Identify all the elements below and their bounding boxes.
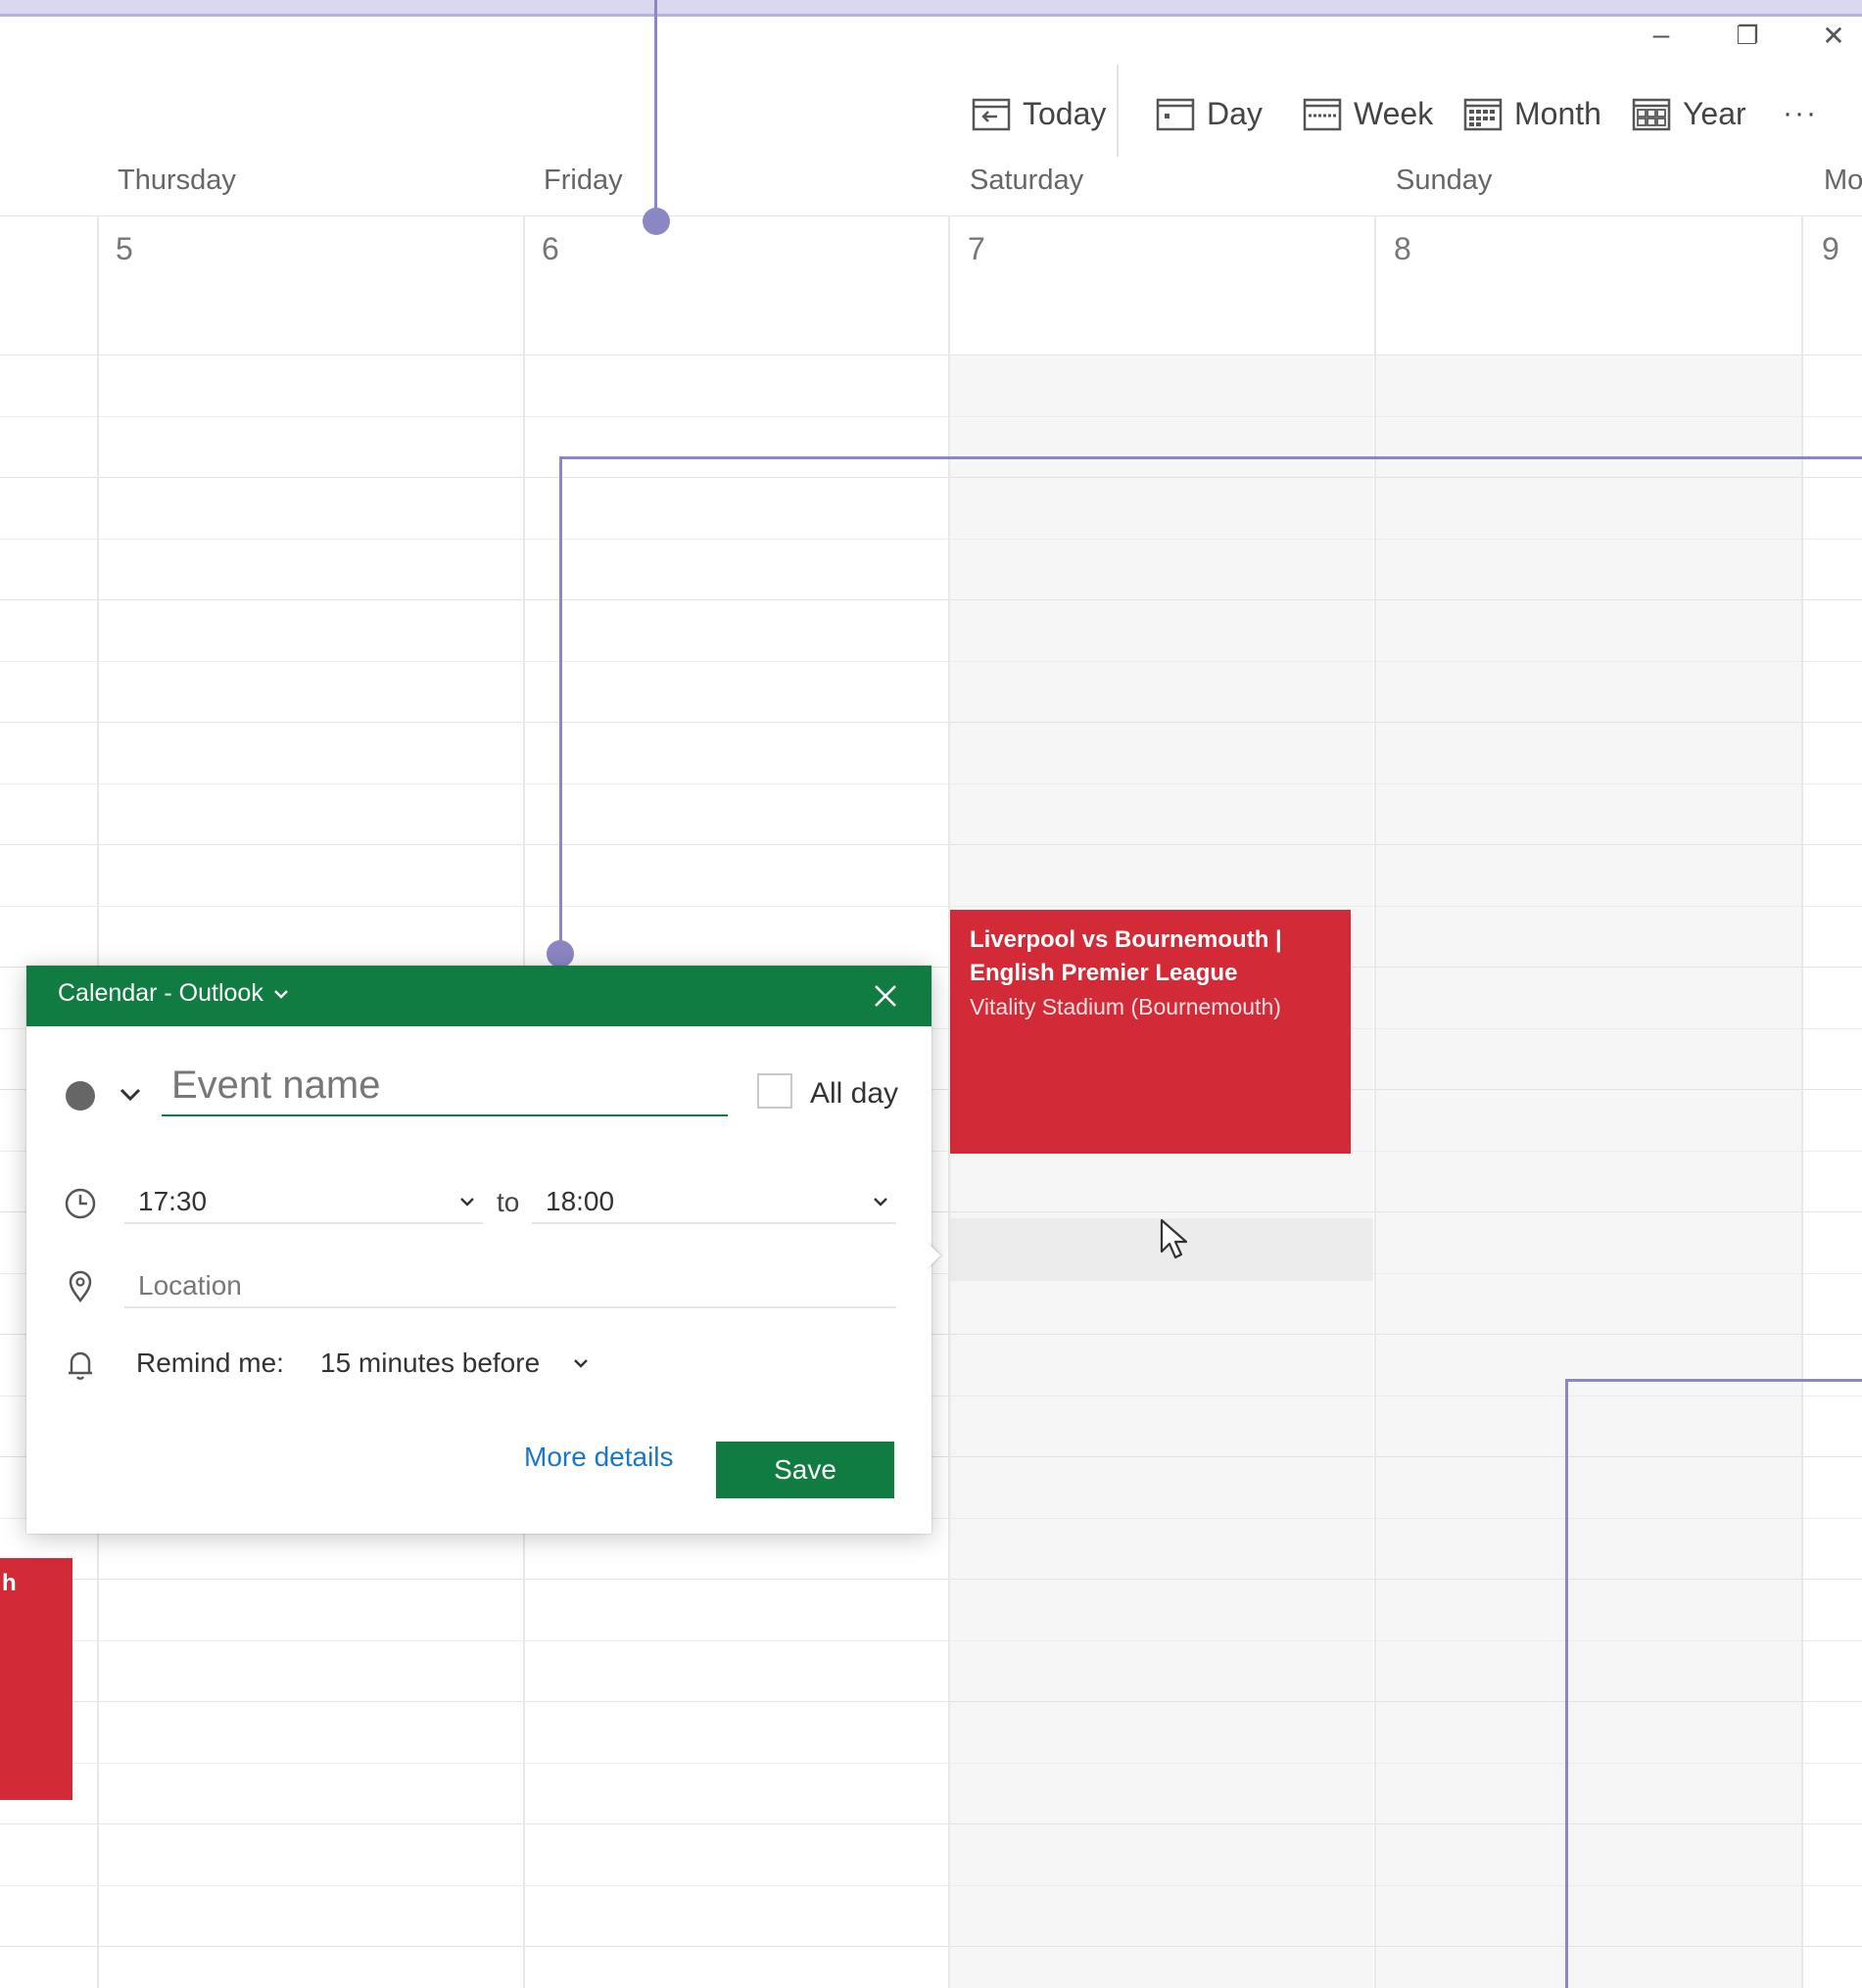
end-time-picker[interactable]: 18:00 bbox=[532, 1181, 896, 1224]
event-name-input[interactable] bbox=[162, 1056, 728, 1116]
all-day-checkbox[interactable] bbox=[757, 1073, 792, 1109]
time-grid-line bbox=[0, 1885, 1862, 1886]
chevron-down-icon bbox=[460, 1198, 474, 1207]
time-grid-line bbox=[0, 1946, 1862, 1947]
day-number[interactable]: 9 bbox=[1822, 231, 1839, 267]
day-number[interactable]: 5 bbox=[116, 231, 133, 267]
calendar-selector[interactable]: Calendar - Outlook bbox=[58, 979, 289, 1008]
time-grid-line bbox=[0, 539, 1862, 540]
more-options-button[interactable]: ··· bbox=[1783, 86, 1818, 141]
day-header-thursday: Thursday bbox=[118, 165, 236, 196]
close-icon: ✕ bbox=[1822, 20, 1845, 51]
time-grid-line bbox=[0, 1640, 1862, 1641]
annotation-marker bbox=[643, 208, 670, 235]
restore-icon: ❐ bbox=[1736, 20, 1759, 50]
day-number[interactable]: 7 bbox=[968, 231, 985, 267]
time-grid-line bbox=[0, 783, 1862, 784]
annotation-line bbox=[654, 0, 657, 221]
time-range-separator: to bbox=[497, 1187, 520, 1217]
day-number[interactable]: 8 bbox=[1394, 231, 1411, 267]
today-icon bbox=[972, 98, 1011, 131]
event-title: English Premier League bbox=[970, 960, 1238, 986]
time-grid-line bbox=[0, 1701, 1862, 1702]
header-divider bbox=[0, 215, 1862, 216]
day-view-button[interactable]: Day bbox=[1156, 86, 1263, 141]
time-grid-line bbox=[0, 906, 1862, 907]
title-bar-strip bbox=[0, 0, 1862, 17]
close-icon bbox=[875, 985, 896, 1007]
toolbar-divider bbox=[1117, 65, 1119, 157]
time-grid-line bbox=[0, 1823, 1862, 1824]
start-time-value: 17:30 bbox=[138, 1186, 208, 1216]
column-divider bbox=[1374, 215, 1376, 1988]
day-view-icon bbox=[1156, 98, 1195, 131]
all-day-label: All day bbox=[810, 1077, 899, 1110]
day-view-label: Day bbox=[1207, 95, 1263, 131]
chevron-down-icon bbox=[273, 989, 288, 999]
year-view-label: Year bbox=[1683, 95, 1746, 131]
time-grid-line bbox=[0, 416, 1862, 417]
time-grid-line bbox=[0, 844, 1862, 845]
event-title: h bbox=[2, 1570, 17, 1596]
time-grid-line bbox=[0, 1763, 1862, 1764]
minimize-button[interactable]: – bbox=[1622, 14, 1700, 57]
month-view-icon bbox=[1463, 98, 1503, 131]
calendar-selector-label: Calendar - Outlook bbox=[58, 979, 263, 1007]
bell-icon bbox=[69, 1351, 92, 1380]
location-input[interactable]: Location bbox=[124, 1265, 896, 1308]
day-header-monday: Mo bbox=[1824, 165, 1862, 196]
event-title: Liverpool vs Bournemouth | bbox=[970, 926, 1282, 953]
annotation-line bbox=[1565, 1379, 1568, 1988]
chevron-down-icon bbox=[574, 1359, 588, 1368]
new-event-popup: Calendar - Outlook All day 17:30 to 18:0… bbox=[26, 966, 931, 1534]
day-header-saturday: Saturday bbox=[970, 165, 1084, 196]
time-grid-line bbox=[0, 477, 1862, 478]
annotation-line bbox=[1565, 1379, 1862, 1382]
event-color-swatch[interactable] bbox=[66, 1081, 95, 1111]
event-card-partial[interactable]: h bbox=[0, 1558, 72, 1800]
annotation-marker bbox=[547, 940, 574, 968]
event-location: Vitality Stadium (Bournemouth) bbox=[970, 994, 1281, 1019]
popup-close-button[interactable] bbox=[863, 973, 908, 1018]
save-button[interactable]: Save bbox=[716, 1442, 894, 1498]
annotation-line bbox=[559, 456, 562, 950]
reminder-label: Remind me: bbox=[136, 1348, 284, 1378]
reminder-dropdown[interactable]: 15 minutes before bbox=[320, 1348, 589, 1379]
mouse-cursor-icon bbox=[1160, 1218, 1188, 1259]
time-grid-line bbox=[0, 599, 1862, 600]
time-grid-line bbox=[0, 722, 1862, 723]
week-view-icon bbox=[1303, 98, 1342, 131]
popup-pointer bbox=[927, 1242, 940, 1269]
reminder-value: 15 minutes before bbox=[320, 1348, 541, 1378]
restore-button[interactable]: ❐ bbox=[1708, 14, 1787, 57]
close-window-button[interactable]: ✕ bbox=[1794, 14, 1862, 57]
more-details-link[interactable]: More details bbox=[524, 1442, 674, 1473]
today-label: Today bbox=[1023, 95, 1107, 131]
clock-icon bbox=[65, 1188, 96, 1219]
year-view-icon bbox=[1632, 98, 1671, 131]
event-card[interactable]: Liverpool vs Bournemouth | English Premi… bbox=[950, 910, 1351, 1154]
popup-header: Calendar - Outlook bbox=[26, 966, 931, 1026]
time-grid-line bbox=[0, 1579, 1862, 1580]
day-header-sunday: Sunday bbox=[1396, 165, 1493, 196]
end-time-value: 18:00 bbox=[546, 1186, 615, 1216]
more-options-icon: ··· bbox=[1783, 97, 1818, 129]
week-view-label: Week bbox=[1354, 95, 1434, 131]
week-view-button[interactable]: Week bbox=[1303, 86, 1433, 141]
column-divider bbox=[1801, 215, 1803, 1988]
start-time-picker[interactable]: 17:30 bbox=[124, 1181, 483, 1224]
today-button[interactable]: Today bbox=[972, 86, 1106, 141]
day-number[interactable]: 6 bbox=[542, 231, 559, 267]
month-view-label: Month bbox=[1514, 95, 1601, 131]
day-header-friday: Friday bbox=[544, 165, 623, 196]
time-grid-line bbox=[0, 661, 1862, 662]
chevron-down-icon[interactable] bbox=[117, 1083, 144, 1107]
location-placeholder: Location bbox=[138, 1270, 242, 1301]
month-view-button[interactable]: Month bbox=[1463, 86, 1601, 141]
minimize-icon: – bbox=[1652, 19, 1670, 51]
chevron-down-icon bbox=[874, 1198, 887, 1207]
annotation-line bbox=[559, 456, 1862, 459]
location-pin-icon bbox=[69, 1270, 92, 1303]
year-view-button[interactable]: Year bbox=[1632, 86, 1746, 141]
